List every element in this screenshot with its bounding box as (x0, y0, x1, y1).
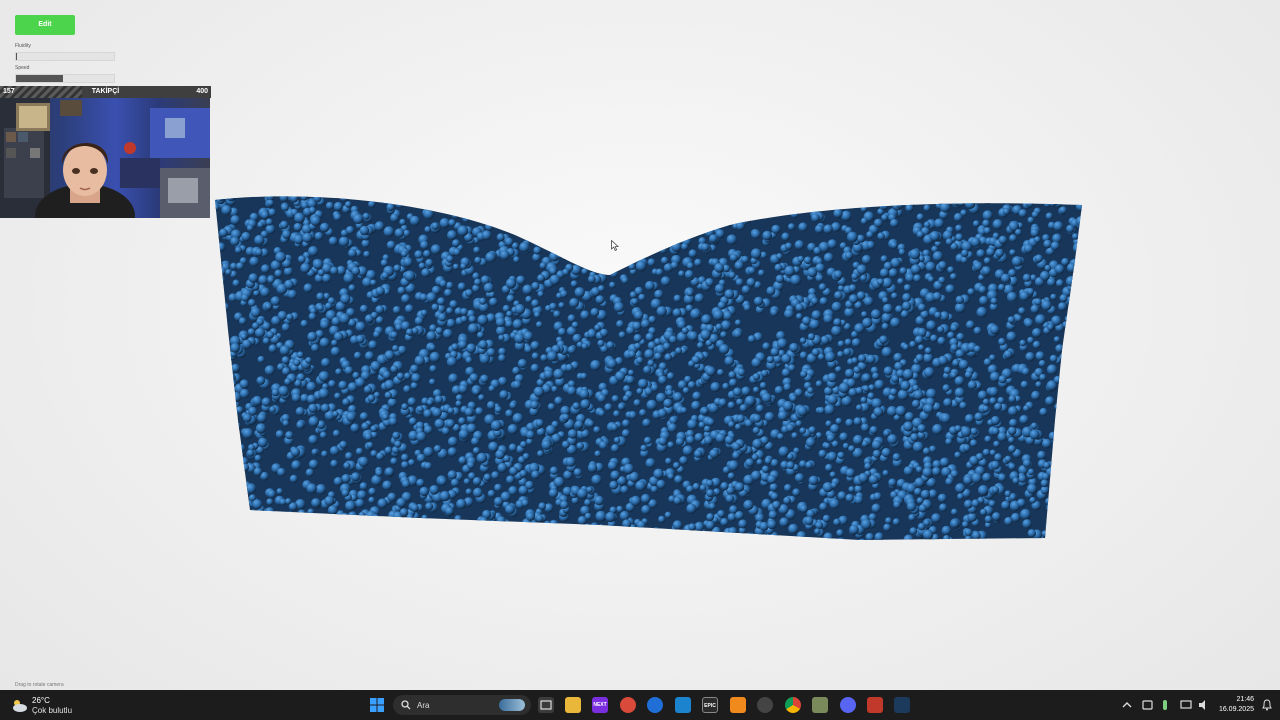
cloud-icon (13, 700, 27, 712)
speed-label: Speed (15, 65, 30, 71)
webcam-overlay (0, 98, 210, 218)
camera-hint: Drag to rotate camera (15, 682, 64, 688)
follower-goal-target: 400 (196, 88, 208, 95)
firefox-icon[interactable] (647, 697, 663, 713)
start-button[interactable] (369, 697, 385, 713)
notepad-icon[interactable] (812, 697, 828, 713)
clock-date: 16.09.2025 (1218, 706, 1254, 713)
clock-time: 21:46 (1236, 696, 1254, 703)
steam-like-icon[interactable] (757, 697, 773, 713)
fluidity-label: Fluidity (15, 43, 31, 49)
task-view-glyph (540, 700, 552, 710)
mouse-cursor-icon (611, 240, 619, 252)
task-view-icon[interactable] (538, 697, 554, 713)
notification-bell-icon[interactable] (1262, 699, 1272, 711)
webcam-scene (0, 98, 210, 218)
voice-meter-icon[interactable] (867, 697, 883, 713)
fluidity-slider[interactable] (15, 52, 115, 61)
speed-slider-fill (16, 75, 64, 82)
fluidity-slider-fill (16, 53, 17, 60)
taskbar-search-box[interactable]: Ara (393, 695, 531, 715)
search-placeholder: Ara (417, 701, 430, 710)
vscode-icon[interactable] (675, 697, 691, 713)
speed-slider[interactable] (15, 74, 115, 83)
discord-icon[interactable] (840, 697, 856, 713)
chrome-icon[interactable] (785, 697, 801, 713)
search-icon (401, 700, 411, 710)
fluid-particle-volume (215, 196, 1082, 540)
steam-icon[interactable] (894, 697, 910, 713)
taskbar-clock[interactable]: 21:46 16.09.2025 (1219, 695, 1254, 715)
file-explorer-icon[interactable] (565, 697, 581, 713)
windows-taskbar: 26°C Çok bulutlu Ara NEXT EPIC 21:46 16.… (0, 690, 1280, 720)
follower-goal-title: TAKİPÇİ (91, 88, 120, 95)
red-app-icon[interactable] (620, 697, 636, 713)
search-highlight-icon (499, 699, 525, 711)
epic-games-icon[interactable]: EPIC (702, 697, 718, 713)
follower-goal-bar: 157 TAKİPÇİ 400 (0, 86, 211, 98)
windows-logo-icon (370, 698, 384, 712)
edit-button[interactable]: Edit (15, 15, 75, 35)
vlc-icon[interactable] (730, 697, 746, 713)
nexus-app-icon[interactable]: NEXT (592, 697, 608, 713)
weather-temperature: 26°C (32, 696, 50, 705)
weather-condition: Çok bulutlu (32, 706, 73, 715)
weather-widget[interactable]: 26°C Çok bulutlu (10, 694, 90, 716)
